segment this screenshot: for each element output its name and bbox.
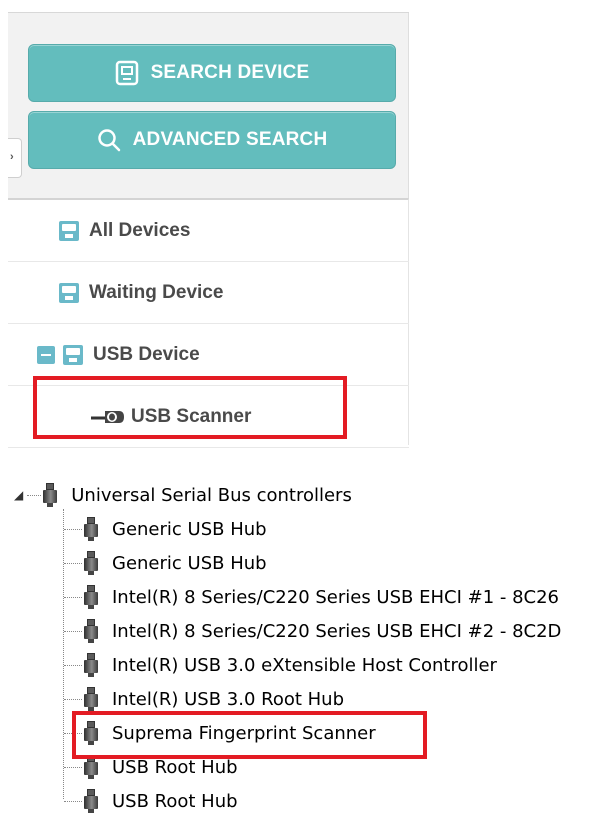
list-item-all-devices[interactable]: All Devices <box>8 200 409 262</box>
device-icon <box>59 282 79 303</box>
usb-icon <box>84 687 98 711</box>
search-icon <box>97 129 120 152</box>
list-item-label: Waiting Device <box>89 281 224 303</box>
highlight-box-fingerprint-scanner <box>72 711 427 759</box>
tree-item-label: USB Root Hub <box>112 756 238 778</box>
list-item-label: USB Device <box>93 343 200 365</box>
usb-icon <box>84 619 98 643</box>
device-icon <box>63 344 83 365</box>
collapse-minus-icon[interactable] <box>37 345 55 364</box>
usb-icon <box>43 483 58 507</box>
tree-item[interactable]: Intel(R) 8 Series/C220 Series USB EHCI #… <box>64 580 559 614</box>
tree-item-label: Generic USB Hub <box>112 518 267 540</box>
list-item-label: All Devices <box>89 219 191 241</box>
chevron-right-icon: › <box>10 151 14 163</box>
tree-item[interactable]: Intel(R) 8 Series/C220 Series USB EHCI #… <box>64 614 561 648</box>
tree-item[interactable]: Generic USB Hub <box>64 546 267 580</box>
usb-icon <box>84 653 98 677</box>
collapse-panel-tab[interactable]: › <box>8 138 22 178</box>
tree-item-label: Intel(R) 8 Series/C220 Series USB EHCI #… <box>112 620 562 642</box>
tree-item-label: Intel(R) USB 3.0 Root Hub <box>112 688 345 710</box>
tree-item-label: Intel(R) USB 3.0 eXtensible Host Control… <box>112 654 497 676</box>
tree-item-label: Generic USB Hub <box>112 552 267 574</box>
search-device-label: SEARCH DEVICE <box>150 62 310 83</box>
usb-icon <box>84 517 98 541</box>
list-item-waiting-device[interactable]: Waiting Device <box>8 262 409 324</box>
tree-root-usb-controllers[interactable]: ◢ Universal Serial Bus controllers <box>14 478 352 512</box>
tree-item[interactable]: USB Root Hub <box>64 784 238 814</box>
advanced-search-button[interactable]: ADVANCED SEARCH <box>28 111 396 169</box>
highlight-box-usb-scanner <box>33 376 347 439</box>
device-manager-tree: ◢ Universal Serial Bus controllers Gener… <box>14 478 599 814</box>
search-button-area <box>8 13 409 198</box>
usb-icon <box>84 789 98 813</box>
tree-root-label: Universal Serial Bus controllers <box>71 484 352 506</box>
tree-item-label: USB Root Hub <box>112 790 238 812</box>
usb-icon <box>84 585 98 609</box>
tree-item-label: Intel(R) 8 Series/C220 Series USB EHCI #… <box>112 586 560 608</box>
expand-arrow-icon[interactable]: ◢ <box>14 488 23 502</box>
device-icon <box>59 220 79 241</box>
usb-icon <box>84 551 98 575</box>
tree-item[interactable]: Intel(R) USB 3.0 eXtensible Host Control… <box>64 648 497 682</box>
tree-item[interactable]: Generic USB Hub <box>64 512 267 546</box>
device-icon <box>115 60 138 86</box>
advanced-search-label: ADVANCED SEARCH <box>132 129 328 150</box>
search-device-button[interactable]: SEARCH DEVICE <box>28 44 396 102</box>
